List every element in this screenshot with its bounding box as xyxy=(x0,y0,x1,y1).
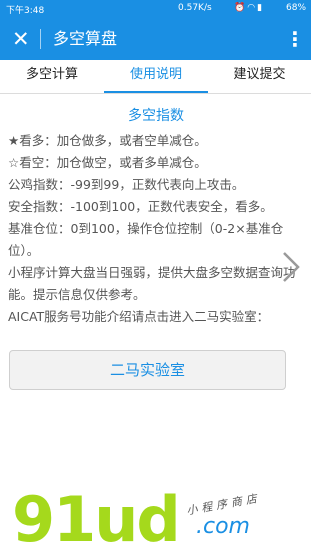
watermark-logo: 91ud xyxy=(12,483,181,555)
chevron-right-icon[interactable] xyxy=(280,250,302,284)
page-title: 多空算盘 xyxy=(53,29,118,48)
alarm-icon: ⏰ xyxy=(234,3,248,13)
section-heading: 多空指数 xyxy=(128,108,184,124)
tab-suggestions[interactable]: 建议提交 xyxy=(208,60,311,93)
status-time: 下午3:48 xyxy=(6,6,45,16)
app-bar-divider xyxy=(40,29,41,49)
watermark-domain: .com xyxy=(196,514,250,539)
line-bullish: ★看多：加仓做多，或者空单减仓。 xyxy=(8,133,207,148)
status-network-speed: 0.57K/s xyxy=(178,3,212,13)
status-battery: 68% xyxy=(286,3,307,13)
line-aicat: AICAT服务号功能介绍请点击进入二马实验室： xyxy=(8,309,270,324)
tab-instructions[interactable]: 使用说明 xyxy=(104,60,208,93)
lab-button[interactable]: 二马实验室 xyxy=(9,350,286,390)
close-icon[interactable]: ✕ xyxy=(12,26,30,52)
line-attack-index: 公鸡指数：-99到99，正数代表向上攻击。 xyxy=(8,177,245,192)
tab-bar: 多空计算 使用说明 建议提交 xyxy=(0,60,311,94)
line-description: 小程序计算大盘当日强弱，提供大盘多空数据查询功能。提示信息仅供参考。 xyxy=(8,265,296,302)
status-icons: ⏰◠▮ xyxy=(234,3,264,13)
instructions-content: 多空指数 ★看多：加仓做多，或者空单减仓。 ☆看空：加仓做空，或者多单减仓。 公… xyxy=(8,106,304,328)
tab-calculate[interactable]: 多空计算 xyxy=(0,60,104,93)
app-bar: ✕ 多空算盘 ⋮ xyxy=(0,18,311,60)
wifi-icon: ◠ xyxy=(247,3,258,13)
line-bearish: ☆看空：加仓做空，或者多单减仓。 xyxy=(8,155,207,170)
status-bar: 下午3:48 0.57K/s ⏰◠▮ 68% xyxy=(0,0,311,18)
signal-icon: ▮ xyxy=(257,3,265,13)
line-safety-index: 安全指数：-100到100，正数代表安全，看多。 xyxy=(8,199,273,214)
line-base-position: 基准仓位：0到100，操作仓位控制（0-2×基准仓位）。 xyxy=(8,221,284,258)
more-options-icon[interactable]: ⋮ xyxy=(285,25,305,53)
